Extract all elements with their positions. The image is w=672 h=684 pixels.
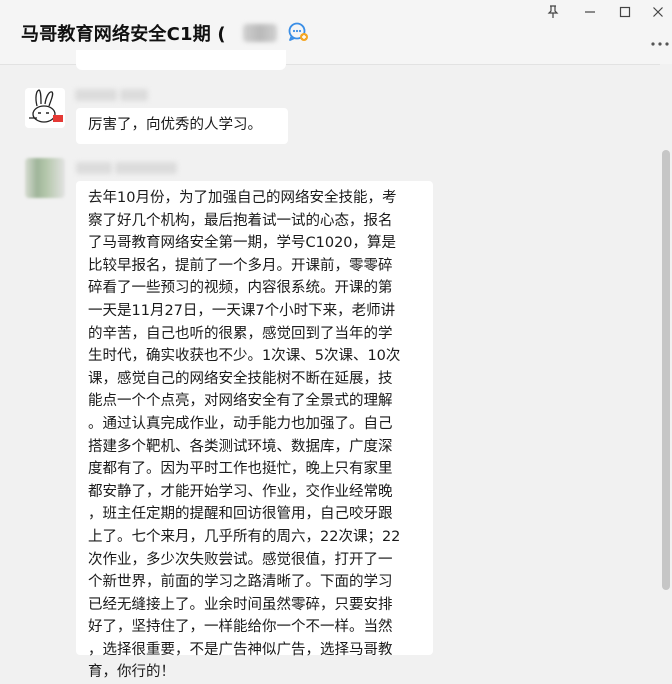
maximize-icon[interactable] <box>613 2 637 22</box>
message-line: 碎看了一些预习的视频，内容很系统。开课的第 <box>88 280 393 297</box>
message-line: 好了，坚持住了，一样能给你一个不一样。当然 <box>88 619 393 636</box>
message-line: 已经无缝接上了。业余时间虽然零碎，只要安排 <box>88 596 393 613</box>
cartoon-rabbit-avatar[interactable] <box>25 88 65 128</box>
message-line: 察了好几个机构，最后抱着试一试的心态，报名 <box>88 212 393 229</box>
message-line: 比较早报名，提前了一个多月。开课前，零零碎 <box>88 257 393 274</box>
blurred-title-suffix <box>243 24 277 42</box>
message-line: 育，你行的！ <box>88 664 175 681</box>
message-line: 了马哥教育网络安全第一期，学号C1020，算是 <box>88 235 397 252</box>
sender-name-blurred <box>115 162 177 174</box>
message-line: 度都有了。因为平时工作也挺忙，晚上只有家里 <box>88 461 393 478</box>
previous-message-bubble <box>76 50 286 70</box>
message-line: 的辛苦，自己也听的很累，感觉回到了当年的学 <box>88 325 393 342</box>
minimize-icon[interactable] <box>578 2 602 22</box>
message-line: ，选择很重要，不是广告神似广告，选择马哥教 <box>88 641 393 658</box>
message-line: 。通过认真完成作业，动手能力也加强了。自己 <box>88 415 393 432</box>
message-line: 一天是11月27日，一天课7个小时下来，老师讲 <box>88 302 396 319</box>
close-icon[interactable] <box>646 2 670 22</box>
sender-name-blurred <box>120 89 148 101</box>
chat-title: 马哥教育网络安全C1期 ( <box>21 24 226 45</box>
message-line: 上了。七个来月，几乎所有的周六，22次课；22 <box>88 528 401 545</box>
message-bubble: 厉害了，向优秀的人学习。 <box>76 108 288 144</box>
message-text: 厉害了，向优秀的人学习。 <box>88 117 262 133</box>
message-line: 个新世界，前面的学习之路清晰了。下面的学习 <box>88 574 393 591</box>
sender-name-blurred <box>76 162 112 174</box>
message-line: 生时代，确实收获也不少。1次课、5次课、10次 <box>88 348 401 365</box>
message-line: 都安静了，才能开始学习、作业，交作业经常晚 <box>88 483 393 500</box>
message-bubble: 去年10月份，为了加强自己的网络安全技能，考 察了好几个机构，最后抱着试一试的心… <box>76 181 433 680</box>
message-line: 去年10月份，为了加强自己的网络安全技能，考 <box>88 190 397 206</box>
pin-icon[interactable] <box>541 2 565 22</box>
group-chat-add-icon[interactable] <box>287 21 309 43</box>
sender-name-blurred <box>75 89 117 101</box>
message-line: 能点一个个点亮，对网络安全有了全景式的理解 <box>88 393 393 410</box>
message-line: 次作业，多少次失败尝试。感觉很值，打开了一 <box>88 551 393 568</box>
blurred-avatar[interactable] <box>25 158 65 198</box>
scrollbar-thumb[interactable] <box>662 150 670 590</box>
message-line: ，班主任定期的提醒和回访很管用，自己咬牙跟 <box>88 506 393 523</box>
message-line: 课，感觉自己的网络安全技能树不断在延展，技 <box>88 370 393 387</box>
message-line: 搭建多个靶机、各类测试环境、数据库，广度深 <box>88 438 393 455</box>
more-icon[interactable] <box>650 32 670 46</box>
